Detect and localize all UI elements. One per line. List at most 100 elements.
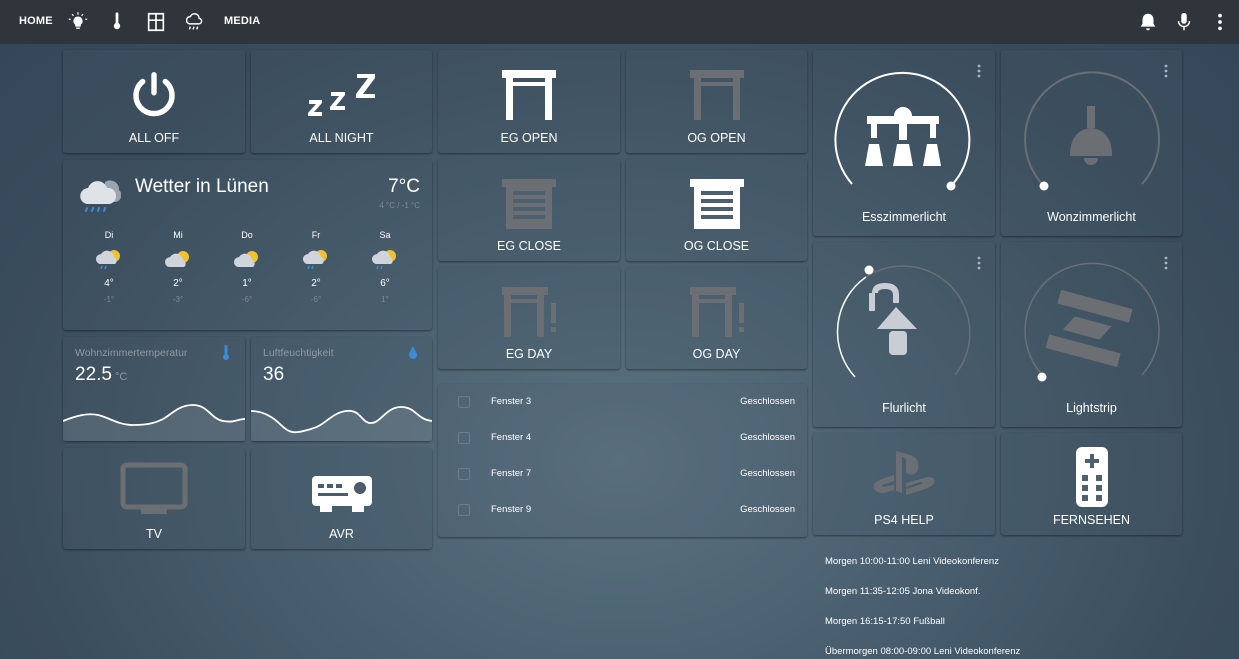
tab-home[interactable]: HOME (19, 15, 53, 27)
light-card-esszimmer[interactable]: Esszimmerlicht (813, 50, 995, 236)
garage-open-icon (688, 68, 746, 122)
list-item[interactable]: Fenster 3 Geschlossen (438, 392, 807, 412)
top-app-bar: HOME MEDIA (0, 0, 1239, 44)
forecast-day: Fr 2° -6° (293, 230, 339, 304)
brightness-dial[interactable] (833, 68, 975, 210)
light-name: Wonzimmerlicht (1047, 210, 1136, 224)
forecast-day-name: Do (241, 230, 253, 240)
ps4-help-button[interactable]: PS4 HELP (813, 433, 995, 535)
list-item[interactable]: Fenster 7 Geschlossen (438, 464, 807, 484)
brightness-dial[interactable] (1020, 68, 1162, 210)
avr-button[interactable]: AVR (251, 448, 432, 549)
cloud-sun-icon (163, 248, 193, 272)
weather-icon[interactable] (183, 11, 205, 33)
forecast-day: Do 1° -6° (224, 230, 270, 304)
all-off-button[interactable]: ALL OFF (63, 50, 245, 153)
list-item[interactable]: Fenster 9 Geschlossen (438, 500, 807, 520)
eg-day-button[interactable]: EG DAY (438, 267, 620, 369)
led-strip-icon (1045, 289, 1133, 368)
window-closed-icon (458, 468, 470, 480)
light-card-lightstrip[interactable]: Lightstrip (1001, 242, 1182, 427)
forecast-day-name: Fr (311, 230, 321, 240)
receiver-icon (310, 472, 374, 514)
light-name: Lightstrip (1066, 401, 1117, 415)
og-day-label: OG DAY (692, 347, 741, 361)
all-night-button[interactable]: ALL NIGHT (251, 50, 432, 153)
window-state: Geschlossen (740, 468, 795, 479)
weather-card[interactable]: Wetter in Lünen 7°C 4 °C / -1 °C Di 4° -… (63, 160, 432, 330)
calendar-event[interactable]: Morgen 16:15-17:50 Fußball (825, 616, 945, 627)
water-drop-icon (406, 345, 420, 361)
window-state: Geschlossen (740, 504, 795, 515)
tab-media[interactable]: MEDIA (224, 15, 260, 27)
sensor-name: Wohnzimmertemperatur (75, 347, 188, 359)
window-closed-icon (458, 432, 470, 444)
all-night-label: ALL NIGHT (309, 131, 374, 145)
window-name: Fenster 7 (491, 468, 532, 479)
calendar-event[interactable]: Morgen 11:35-12:05 Jona Videokonf. (825, 586, 980, 597)
forecast-high: 1° (242, 278, 252, 289)
sensor-unit: °C (114, 371, 128, 383)
temperature-sensor-card[interactable]: Wohnzimmertemperatur 22.5 °C (63, 337, 245, 441)
eg-open-label: EG OPEN (500, 131, 558, 145)
sensor-value-number: 22.5 (75, 364, 112, 385)
tv-label: TV (146, 527, 162, 541)
power-icon (127, 68, 181, 122)
more-vertical-icon[interactable] (1164, 256, 1168, 270)
og-close-label: OG CLOSE (683, 239, 750, 253)
light-card-flur[interactable]: Flurlicht (813, 242, 995, 427)
garage-closed-icon (688, 177, 746, 231)
window-closed-icon (458, 396, 470, 408)
brightness-dial[interactable] (833, 259, 975, 401)
eg-day-label: EG DAY (505, 347, 553, 361)
fernsehen-label: FERNSEHEN (1052, 513, 1131, 527)
more-vertical-icon[interactable] (977, 64, 981, 78)
humidity-sensor-card[interactable]: Luftfeuchtigkeit 36 (251, 337, 432, 441)
ceiling-lamp-icon (1070, 106, 1112, 165)
sensor-value: 36 (263, 364, 285, 385)
forecast-day-name: Di (104, 230, 114, 240)
forecast-day-name: Sa (379, 230, 391, 240)
light-card-wohnzimmer[interactable]: Wonzimmerlicht (1001, 50, 1182, 236)
all-off-label: ALL OFF (128, 131, 180, 145)
og-open-button[interactable]: OG OPEN (626, 50, 807, 153)
weather-title: Wetter in Lünen (135, 176, 269, 197)
light-name: Esszimmerlicht (861, 210, 947, 224)
temperature-graph (63, 404, 245, 441)
forecast-low: -6° (310, 295, 322, 304)
window-name: Fenster 9 (491, 504, 532, 515)
eg-close-button[interactable]: EG CLOSE (438, 159, 620, 261)
more-vertical-icon[interactable] (977, 256, 981, 270)
eg-open-button[interactable]: EG OPEN (438, 50, 620, 153)
sensor-value: 22.5 °C (75, 364, 127, 386)
humidity-graph (251, 406, 432, 441)
avr-label: AVR (329, 527, 354, 541)
forecast-day: Mi 2° -3° (155, 230, 201, 304)
og-day-button[interactable]: OG DAY (626, 267, 807, 369)
forecast-low: 1° (381, 295, 389, 304)
sleep-icon (307, 70, 377, 120)
window-icon[interactable] (145, 11, 167, 33)
more-vertical-icon[interactable] (1164, 64, 1168, 78)
bell-icon[interactable] (1137, 11, 1159, 33)
weather-range: 4 °C / -1 °C (379, 201, 420, 210)
fernsehen-button[interactable]: FERNSEHEN (1001, 433, 1182, 535)
calendar-event[interactable]: Übermorgen 08:00-09:00 Leni Videokonfere… (825, 646, 1020, 657)
list-item[interactable]: Fenster 4 Geschlossen (438, 428, 807, 448)
rain-sun-icon (370, 248, 400, 272)
brightness-dial[interactable] (1020, 259, 1162, 401)
og-close-button[interactable]: OG CLOSE (626, 159, 807, 261)
weather-temperature: 7°C (388, 176, 420, 197)
calendar-event[interactable]: Morgen 10:00-11:00 Leni Videokonferenz (825, 556, 999, 567)
forecast-day: Sa 6° 1° (362, 230, 408, 304)
garage-alert-icon (688, 285, 746, 339)
window-name: Fenster 3 (491, 396, 532, 407)
microphone-icon[interactable] (1173, 11, 1195, 33)
remote-control-icon (1074, 445, 1110, 509)
window-state: Geschlossen (740, 396, 795, 407)
thermometer-icon[interactable] (106, 11, 128, 33)
tv-button[interactable]: TV (63, 448, 245, 549)
rain-cloud-icon (77, 176, 122, 216)
lightbulb-icon[interactable] (67, 11, 89, 33)
more-vertical-icon[interactable] (1209, 11, 1231, 33)
